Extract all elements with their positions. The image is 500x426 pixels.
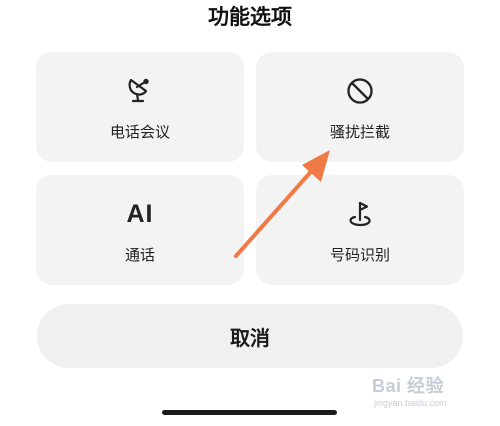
ai-icon-text: AI	[126, 200, 154, 228]
conference-call-option[interactable]: 电话会议	[36, 52, 244, 162]
home-indicator[interactable]	[162, 410, 337, 415]
watermark-brand: Bai 经验	[372, 376, 445, 396]
cancel-button-label: 取消	[230, 325, 270, 350]
number-identification-label: 号码识别	[329, 246, 390, 264]
harassment-block-option[interactable]: 骚扰拦截	[256, 52, 464, 162]
ai-call-option[interactable]: AI 通话	[36, 175, 244, 285]
block-icon	[343, 74, 377, 108]
number-identification-option[interactable]: 号码识别	[256, 175, 464, 285]
harassment-block-label: 骚扰拦截	[329, 123, 390, 141]
ai-icon: AI	[123, 197, 157, 231]
location-flag-icon	[343, 197, 377, 231]
ai-call-label: 通话	[124, 246, 155, 264]
baidu-jingyan-watermark: Bai 经验 jingyan.baidu.com	[372, 372, 492, 414]
satellite-dish-icon	[123, 74, 157, 108]
watermark-url: jingyan.baidu.com	[374, 398, 447, 408]
conference-call-label: 电话会议	[109, 123, 170, 141]
sheet-title: 功能选项	[208, 5, 292, 29]
cancel-button[interactable]: 取消	[37, 304, 463, 368]
